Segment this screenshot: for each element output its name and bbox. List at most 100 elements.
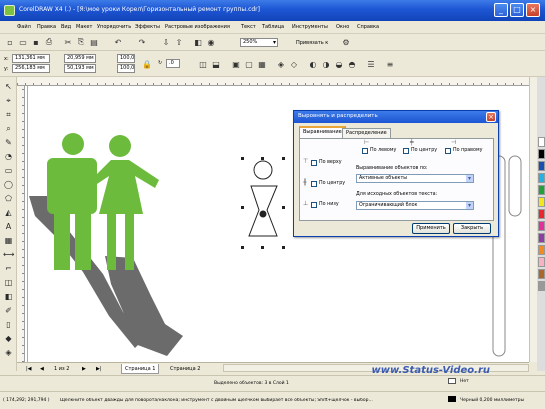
next-page-icon[interactable]: ▶ (79, 364, 89, 374)
crop-tool-icon[interactable]: ⌗ (3, 109, 14, 120)
outline-width-icon[interactable]: ≡ (384, 58, 396, 70)
dialog-title-bar[interactable]: Выровнять и распределить × (294, 111, 498, 123)
menu-layout[interactable]: Макет (76, 24, 92, 30)
outline-tool-icon[interactable]: ▯ (3, 319, 14, 330)
blend-tool-icon[interactable]: ◫ (3, 277, 14, 288)
vertical-scrollbar[interactable] (529, 77, 537, 362)
interactive-fill-tool-icon[interactable]: ◈ (3, 347, 14, 358)
apply-button[interactable]: Применить (412, 223, 450, 234)
vertical-ruler[interactable] (17, 86, 25, 362)
tab-page-2[interactable]: Страница 2 (167, 364, 203, 374)
scale-width-input[interactable]: 100,0 (117, 54, 135, 63)
menu-edit[interactable]: Правка (37, 24, 56, 30)
rotation-angle-input[interactable]: .0 (166, 59, 180, 68)
zoom-tool-icon[interactable]: ⌕ (3, 123, 14, 134)
break-apart-icon[interactable]: ◇ (288, 58, 300, 70)
align-right-checkbox[interactable] (445, 148, 451, 154)
tab-page-1[interactable]: Страница 1 (121, 364, 160, 374)
ungroup-icon[interactable]: ▢ (243, 58, 255, 70)
import-icon[interactable]: ⇩ (160, 36, 172, 48)
y-position-input[interactable]: 256,183 мм (12, 64, 50, 73)
x-position-input[interactable]: 131,361 мм (12, 54, 50, 63)
smart-fill-tool-icon[interactable]: ◔ (3, 151, 14, 162)
swatch-gray[interactable] (538, 281, 545, 291)
transparency-tool-icon[interactable]: ◧ (3, 291, 14, 302)
swatch-pink[interactable] (538, 257, 545, 267)
undo-icon[interactable]: ↶ (112, 36, 124, 48)
combine-icon[interactable]: ◈ (275, 58, 287, 70)
welcome-icon[interactable]: ◉ (205, 36, 217, 48)
title-bar[interactable]: CorelDRAW X4 (.) - [Я:\мое уроки Корел\Г… (0, 0, 545, 21)
intersect-icon[interactable]: ◒ (333, 58, 345, 70)
prev-page-icon[interactable]: ◀ (37, 364, 47, 374)
dialog-close-button[interactable]: Закрыть (453, 223, 491, 234)
align-distribute-icon[interactable]: ☰ (365, 58, 377, 70)
cut-icon[interactable]: ✂ (62, 36, 74, 48)
polygon-tool-icon[interactable]: ⬠ (3, 193, 14, 204)
freehand-tool-icon[interactable]: ✎ (3, 137, 14, 148)
simplify-icon[interactable]: ◓ (346, 58, 358, 70)
ellipse-tool-icon[interactable]: ◯ (3, 179, 14, 190)
swatch-purple[interactable] (538, 233, 545, 243)
swatch-cyan[interactable] (538, 173, 545, 183)
swatch-black[interactable] (538, 149, 545, 159)
menu-bitmaps[interactable]: Растровые изображения (165, 24, 230, 30)
ungroup-all-icon[interactable]: ▦ (256, 58, 268, 70)
snap-to-dropdown[interactable]: Привязать к (296, 40, 328, 46)
dialog-close-icon[interactable]: × (486, 112, 496, 122)
menu-file[interactable]: Файл (17, 24, 31, 30)
dimension-tool-icon[interactable]: ⟷ (3, 249, 14, 260)
lock-ratio-icon[interactable]: 🔒 (141, 58, 153, 70)
rectangle-tool-icon[interactable]: ▭ (3, 165, 14, 176)
menu-arrange[interactable]: Упорядочить (97, 24, 131, 30)
pick-tool-icon[interactable]: ↖ (3, 81, 14, 92)
table-tool-icon[interactable]: ▦ (3, 235, 14, 246)
menu-window[interactable]: Окно (336, 24, 349, 30)
weld-icon[interactable]: ◐ (307, 58, 319, 70)
text-source-select[interactable]: Ограничивающий блок (356, 201, 474, 210)
app-launcher-icon[interactable]: ◧ (192, 36, 204, 48)
fill-tool-icon[interactable]: ◆ (3, 333, 14, 344)
swatch-green[interactable] (538, 185, 545, 195)
menu-effects[interactable]: Эффекты (135, 24, 160, 30)
menu-help[interactable]: Справка (357, 24, 379, 30)
align-vcenter-checkbox[interactable] (311, 181, 317, 187)
swatch-orange[interactable] (538, 245, 545, 255)
swatch-brown[interactable] (538, 269, 545, 279)
close-button[interactable]: × (526, 3, 540, 17)
tab-distribute[interactable]: Распределение (342, 128, 391, 138)
minimize-button[interactable]: _ (494, 3, 508, 17)
options-icon[interactable]: ⚙ (340, 36, 352, 48)
text-tool-icon[interactable]: A (3, 221, 14, 232)
width-input[interactable]: 20,959 мм (64, 54, 96, 63)
menu-table[interactable]: Таблица (262, 24, 284, 30)
maximize-button[interactable]: □ (510, 3, 524, 17)
swatch-blue[interactable] (538, 161, 545, 171)
zoom-select[interactable]: 250% (240, 38, 278, 47)
align-top-checkbox[interactable] (311, 160, 317, 166)
save-icon[interactable]: ▪ (30, 36, 42, 48)
print-icon[interactable]: ⎙ (43, 36, 55, 48)
tab-align[interactable]: Выравнивание (299, 126, 346, 138)
menu-view[interactable]: Вид (61, 24, 71, 30)
height-input[interactable]: 50,193 мм (64, 64, 96, 73)
align-to-select[interactable]: Активные объекты (356, 174, 474, 183)
menu-text[interactable]: Текст (241, 24, 256, 30)
open-icon[interactable]: ▭ (17, 36, 29, 48)
mirror-horizontal-icon[interactable]: ◫ (197, 58, 209, 70)
swatch-yellow[interactable] (538, 197, 545, 207)
horizontal-ruler[interactable] (17, 77, 529, 86)
scale-height-input[interactable]: 100,0 (117, 64, 135, 73)
connector-tool-icon[interactable]: ⌐ (3, 263, 14, 274)
swatch-magenta[interactable] (538, 221, 545, 231)
menu-tools[interactable]: Инструменты (292, 24, 328, 30)
align-left-checkbox[interactable] (362, 148, 368, 154)
align-hcenter-checkbox[interactable] (403, 148, 409, 154)
copy-icon[interactable]: ⎘ (75, 36, 87, 48)
new-icon[interactable]: ▫ (4, 36, 16, 48)
swatch-white[interactable] (538, 137, 545, 147)
trim-icon[interactable]: ◑ (320, 58, 332, 70)
first-page-icon[interactable]: |◀ (23, 364, 35, 374)
basic-shapes-tool-icon[interactable]: ◭ (3, 207, 14, 218)
export-icon[interactable]: ⇧ (173, 36, 185, 48)
